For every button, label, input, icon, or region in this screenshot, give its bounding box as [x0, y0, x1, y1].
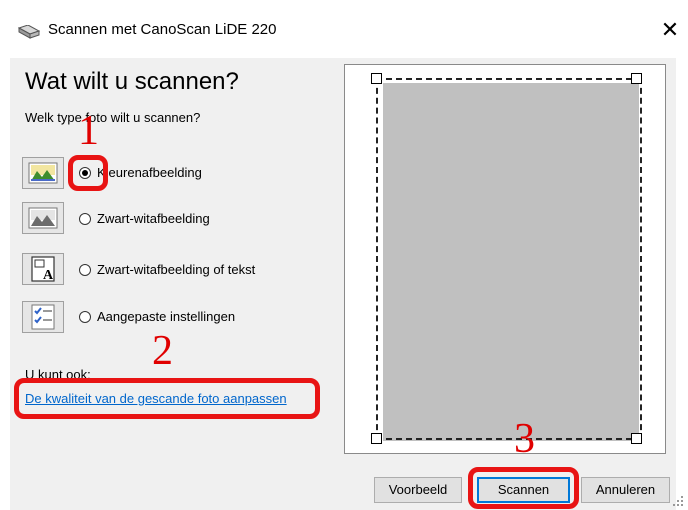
- window-title: Scannen met CanoScan LiDE 220: [48, 21, 277, 38]
- option-label-aangepaste-instellingen[interactable]: Aangepaste instellingen: [97, 309, 235, 324]
- radio-zwart-witafbeelding-of-tekst[interactable]: [79, 264, 91, 276]
- photo-type-question: Welk type foto wilt u scannen?: [25, 110, 201, 125]
- resize-grip-icon[interactable]: [672, 495, 684, 507]
- svg-text:A: A: [43, 268, 54, 283]
- crop-handle-top-right[interactable]: [631, 73, 642, 84]
- title-bar: Scannen met CanoScan LiDE 220 ✕: [0, 0, 688, 58]
- annotation-box-1: [68, 155, 108, 191]
- annotation-number-2: 2: [152, 328, 173, 374]
- grayscale-photo-icon[interactable]: [22, 202, 64, 234]
- preview-button[interactable]: Voorbeeld: [374, 477, 462, 503]
- custom-settings-icon[interactable]: [22, 301, 64, 333]
- scanner-icon: [18, 25, 40, 39]
- option-label-kleurenafbeelding[interactable]: Kleurenafbeelding: [97, 165, 202, 180]
- crop-selection[interactable]: [376, 78, 642, 440]
- crop-handle-bottom-right[interactable]: [631, 433, 642, 444]
- option-label-zwart-wit-of-tekst[interactable]: Zwart-witafbeelding of tekst: [97, 262, 255, 277]
- close-button[interactable]: ✕: [656, 16, 684, 44]
- radio-aangepaste-instellingen[interactable]: [79, 311, 91, 323]
- annotation-number-1: 1: [78, 108, 99, 154]
- color-photo-icon[interactable]: [22, 157, 64, 189]
- radio-zwart-witafbeelding[interactable]: [79, 213, 91, 225]
- page-title: Wat wilt u scannen?: [25, 68, 239, 95]
- annotation-box-2: [14, 378, 320, 419]
- cancel-button[interactable]: Annuleren: [581, 477, 670, 503]
- annotation-number-3: 3: [514, 416, 535, 462]
- option-label-zwart-witafbeelding[interactable]: Zwart-witafbeelding: [97, 211, 210, 226]
- annotation-box-3: [468, 467, 579, 509]
- crop-handle-bottom-left[interactable]: [371, 433, 382, 444]
- text-document-icon[interactable]: A: [22, 253, 64, 285]
- scan-preview-area[interactable]: [344, 64, 666, 454]
- crop-handle-top-left[interactable]: [371, 73, 382, 84]
